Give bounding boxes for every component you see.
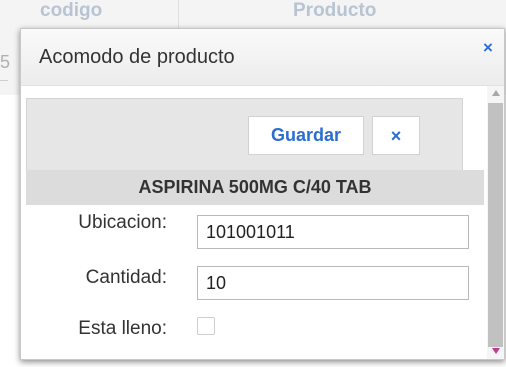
close-icon[interactable]: × (483, 38, 493, 58)
cantidad-input[interactable]: 10 (197, 266, 469, 300)
cancel-button[interactable]: × (372, 116, 420, 155)
dialog-toolbar: Guardar × (26, 98, 463, 172)
ubicacion-input[interactable]: 101001011 (197, 215, 469, 249)
dialog-title: Acomodo de producto (39, 46, 235, 68)
scrollbar-thumb[interactable] (488, 103, 503, 347)
cantidad-label: Cantidad: (85, 267, 167, 288)
column-header-producto[interactable]: Producto (293, 0, 376, 22)
cancel-icon: × (390, 126, 402, 146)
ubicacion-label: Ubicacion: (78, 212, 167, 233)
scroll-down-icon[interactable] (492, 348, 500, 354)
esta-lleno-label: Esta lleno: (78, 318, 167, 339)
background-row-number: 5 (0, 52, 11, 72)
acomodo-dialog: Acomodo de producto × Guardar × ASPIRINA… (20, 28, 505, 360)
dialog-titlebar[interactable]: Acomodo de producto × (21, 29, 504, 86)
scroll-up-icon[interactable] (492, 90, 500, 96)
save-button[interactable]: Guardar (248, 116, 364, 155)
esta-lleno-checkbox[interactable] (197, 317, 215, 335)
column-header-codigo[interactable]: codigo (40, 0, 102, 22)
background-divider (0, 80, 8, 81)
product-name-header: ASPIRINA 500MG C/40 TAB (26, 170, 484, 205)
column-separator (178, 0, 179, 28)
dialog-content: Guardar × ASPIRINA 500MG C/40 TAB Ubicac… (21, 86, 504, 359)
